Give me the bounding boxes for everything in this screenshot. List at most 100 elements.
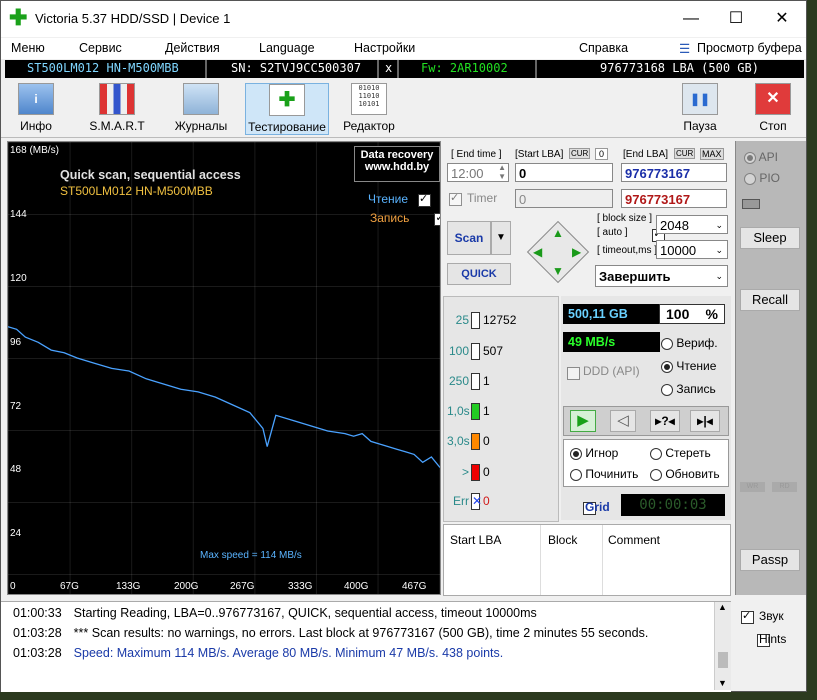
play-forward-button[interactable]: ▶	[570, 410, 596, 432]
ddd-label: DDD (API)	[583, 364, 640, 378]
end-time-value: 12:00	[451, 166, 484, 181]
arrow-right-icon[interactable]: ▶	[572, 245, 581, 259]
scan-dropdown-button[interactable]: ▼	[491, 221, 511, 255]
start-lba-input[interactable]: 0	[515, 163, 613, 182]
speed-chart-svg	[8, 326, 440, 468]
end-cur-button[interactable]: CUR	[674, 148, 696, 159]
info-button[interactable]: i Инфо	[11, 83, 61, 135]
butterfly-button[interactable]: ▸|◂	[690, 410, 720, 432]
pause-button[interactable]: ❚❚ Пауза	[673, 83, 727, 135]
menu-item-buffer[interactable]: Просмотр буфера	[697, 41, 802, 55]
pio-radio[interactable]	[744, 172, 756, 185]
chevron-down-icon: ⌄	[715, 245, 723, 255]
log-panel[interactable]: 01:00:33 Starting Reading, LBA=0..9767731…	[1, 601, 731, 692]
end-time-input[interactable]: 12:00 ▲ ▼	[447, 163, 509, 182]
recall-button[interactable]: Recall	[740, 289, 800, 311]
pio-label: PIO	[759, 171, 781, 185]
menu-item-help[interactable]: Справка	[579, 41, 628, 55]
smart-icon	[99, 83, 135, 115]
log-text: *** Scan results: no warnings, no errors…	[73, 626, 649, 640]
stat-color-block	[471, 403, 480, 420]
editor-icon: 01010 11010 10101	[351, 83, 387, 115]
table-header-start-lba[interactable]: Start LBA	[450, 533, 501, 547]
stop-button[interactable]: ✕ Стоп	[746, 83, 800, 135]
menu-item-service[interactable]: Сервис	[79, 41, 122, 55]
direction-pad[interactable]: ▲ ▼ ◀ ▶	[526, 220, 590, 284]
read-radio[interactable]	[661, 360, 673, 373]
verify-label: Вериф.	[676, 336, 718, 350]
table-header-comment[interactable]: Comment	[608, 533, 660, 547]
minimize-button[interactable]: —	[668, 1, 714, 37]
menu-item-actions[interactable]: Действия	[165, 41, 220, 55]
timer-checkbox[interactable]	[449, 191, 462, 207]
menu-item-settings[interactable]: Настройки	[354, 41, 415, 55]
timer-input[interactable]: 0	[515, 189, 613, 208]
device-indicator	[742, 199, 760, 209]
scroll-down-icon[interactable]: ▼	[718, 678, 727, 688]
rd-indicator: RD	[772, 482, 797, 492]
editor-button[interactable]: 01010 11010 10101 Редактор	[339, 83, 399, 135]
quick-button[interactable]: QUICK	[447, 263, 511, 285]
scan-button[interactable]: Scan	[447, 221, 491, 255]
verify-radio[interactable]	[661, 337, 673, 350]
defects-table[interactable]: Start LBA Block Comment	[443, 524, 731, 596]
progress-percent: 100%	[659, 304, 725, 324]
block-size-select[interactable]: 2048 ⌄	[656, 215, 728, 234]
ddd-checkbox[interactable]	[567, 367, 580, 381]
elapsed-timer: 00:00:03	[621, 494, 725, 516]
info-separator	[397, 60, 399, 78]
stat-color-block	[471, 343, 480, 360]
stat-count: 0	[483, 494, 490, 508]
stat-count: 1	[483, 404, 490, 418]
finish-action-select[interactable]: Завершить ⌄	[595, 265, 728, 287]
play-backward-button[interactable]: ◁	[610, 410, 636, 432]
update-radio[interactable]	[650, 468, 662, 481]
testing-button[interactable]: ✚ Тестирование	[245, 83, 329, 135]
read-label: Чтение	[676, 359, 717, 373]
error-action-group: Игнор Стереть Починить Обновить	[563, 439, 729, 487]
stat-threshold-label: Err	[453, 494, 469, 508]
erase-radio[interactable]	[650, 447, 662, 460]
passp-button[interactable]: Passp	[740, 549, 800, 571]
arrow-down-icon[interactable]: ▼	[552, 264, 564, 278]
arrow-up-icon[interactable]: ▲	[552, 226, 564, 240]
close-button[interactable]: ✕	[759, 1, 805, 37]
stat-threshold-label: 1,0s	[447, 404, 470, 418]
write-radio[interactable]	[661, 383, 673, 396]
close-device-x[interactable]: x	[385, 61, 392, 75]
start-cur-button[interactable]: CUR	[569, 148, 591, 159]
table-column-divider	[540, 525, 541, 595]
timeout-label: [ timeout,ms ]	[597, 245, 658, 256]
end-lba-input[interactable]: 976773167	[621, 163, 727, 182]
scroll-thumb[interactable]	[718, 652, 728, 668]
timeout-select[interactable]: 10000 ⌄	[656, 240, 728, 259]
end-lba-label: [End LBA]	[623, 149, 669, 160]
table-header-block[interactable]: Block	[548, 533, 577, 547]
maximize-button[interactable]: ☐	[713, 1, 759, 37]
device-serial: SN: S2TVJ9CC500307	[231, 61, 362, 75]
repair-radio[interactable]	[570, 468, 582, 481]
random-button[interactable]: ▸?◂	[650, 410, 680, 432]
hints-label: Hints	[759, 632, 787, 646]
menu-item-language[interactable]: Language	[259, 41, 315, 55]
start-zero-button[interactable]: 0	[595, 148, 609, 160]
end-max-button[interactable]: MAX	[700, 148, 724, 160]
current-speed: 49 MB/s	[563, 332, 660, 352]
ignore-radio[interactable]	[570, 447, 582, 460]
sleep-button[interactable]: Sleep	[740, 227, 800, 249]
spinner-icon[interactable]: ▲ ▼	[498, 163, 506, 181]
testing-label: Тестирование	[248, 120, 326, 134]
menu-item-menu[interactable]: Меню	[11, 41, 45, 55]
sound-checkbox[interactable]	[741, 609, 754, 625]
end-lba-input-2[interactable]: 976773167	[621, 189, 727, 208]
api-radio[interactable]	[744, 151, 756, 164]
arrow-left-icon[interactable]: ◀	[533, 245, 542, 259]
logs-button[interactable]: Журналы	[171, 83, 231, 135]
sound-label: Звук	[759, 609, 784, 623]
finish-action-value: Завершить	[599, 269, 671, 284]
smart-button[interactable]: S.M.A.R.T	[87, 83, 147, 135]
app-plus-icon: ✚	[9, 5, 28, 30]
scroll-up-icon[interactable]: ▲	[718, 602, 727, 612]
stat-count: 12752	[483, 313, 517, 327]
log-scrollbar[interactable]: ▲ ▼	[714, 602, 731, 690]
